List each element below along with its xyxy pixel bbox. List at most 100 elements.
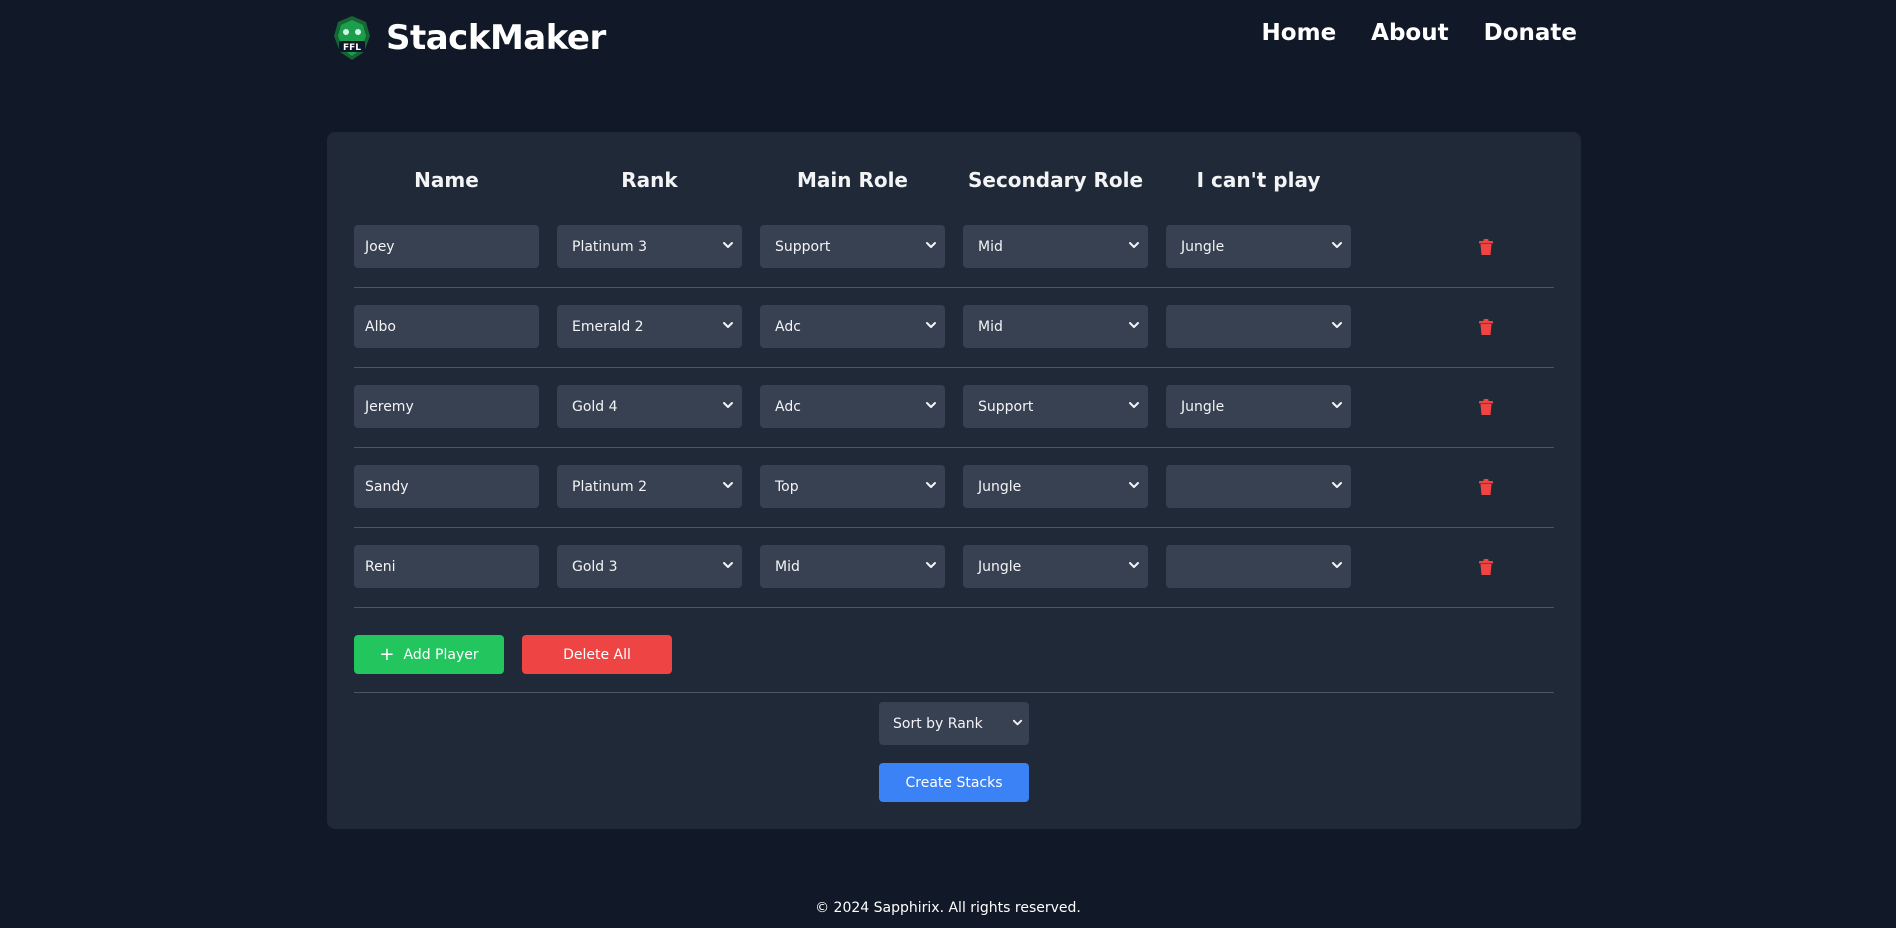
main-role-select-value: Adc bbox=[775, 398, 801, 415]
player-row: Sandy Platinum 2 Top Jungle bbox=[354, 448, 1554, 528]
rank-select-value: Platinum 3 bbox=[572, 238, 648, 255]
create-stacks-button[interactable]: Create Stacks bbox=[879, 763, 1029, 802]
column-cant-play: I can't play bbox=[1196, 168, 1321, 192]
chevron-down-icon bbox=[723, 322, 733, 328]
sort-select[interactable]: Sort by Rank bbox=[879, 702, 1029, 745]
chevron-down-icon bbox=[1129, 482, 1139, 488]
create-stacks-label: Create Stacks bbox=[905, 774, 1003, 791]
chevron-down-icon bbox=[1012, 719, 1023, 726]
cant-play-select-value: Jungle bbox=[1181, 398, 1225, 415]
secondary-role-select-value: Jungle bbox=[978, 478, 1022, 495]
main-role-select[interactable]: Top bbox=[760, 465, 945, 508]
cant-play-select[interactable] bbox=[1166, 305, 1351, 348]
chevron-down-icon bbox=[1129, 562, 1139, 568]
rank-select-value: Gold 4 bbox=[572, 398, 618, 415]
chevron-down-icon bbox=[1332, 562, 1342, 568]
plus-icon: + bbox=[379, 643, 395, 665]
cant-play-select[interactable]: Jungle bbox=[1166, 225, 1351, 268]
secondary-role-select-value: Jungle bbox=[978, 558, 1022, 575]
trash-icon[interactable] bbox=[1479, 239, 1493, 255]
footer-copyright: © 2024 Sapphirix. All rights reserved. bbox=[815, 900, 1081, 916]
chevron-down-icon bbox=[1332, 402, 1342, 408]
player-name-input[interactable]: Albo bbox=[354, 305, 539, 348]
secondary-role-select-value: Mid bbox=[978, 238, 1003, 255]
chevron-down-icon bbox=[926, 322, 936, 328]
main-role-select-value: Top bbox=[775, 478, 799, 495]
chevron-down-icon bbox=[723, 482, 733, 488]
nav-home[interactable]: Home bbox=[1262, 20, 1337, 46]
player-name-value: Albo bbox=[365, 318, 396, 335]
chevron-down-icon bbox=[1129, 242, 1139, 248]
chevron-down-icon bbox=[723, 242, 733, 248]
trash-icon[interactable] bbox=[1479, 559, 1493, 575]
rank-select-value: Gold 3 bbox=[572, 558, 618, 575]
rank-select[interactable]: Emerald 2 bbox=[557, 305, 742, 348]
secondary-role-select[interactable]: Mid bbox=[963, 305, 1148, 348]
trash-icon[interactable] bbox=[1479, 399, 1493, 415]
secondary-role-select-value: Support bbox=[978, 398, 1034, 415]
player-row: Albo Emerald 2 Adc Mid bbox=[354, 288, 1554, 368]
column-rank: Rank bbox=[621, 168, 678, 192]
logo-icon: FFL bbox=[334, 16, 370, 60]
cant-play-select[interactable]: Jungle bbox=[1166, 385, 1351, 428]
trash-icon[interactable] bbox=[1479, 319, 1493, 335]
player-row: Reni Gold 3 Mid Jungle bbox=[354, 528, 1554, 608]
chevron-down-icon bbox=[926, 402, 936, 408]
player-name-input[interactable]: Joey bbox=[354, 225, 539, 268]
chevron-down-icon bbox=[1332, 322, 1342, 328]
cant-play-select[interactable] bbox=[1166, 465, 1351, 508]
rank-select[interactable]: Gold 3 bbox=[557, 545, 742, 588]
main-role-select-value: Support bbox=[775, 238, 831, 255]
chevron-down-icon bbox=[926, 242, 936, 248]
main-nav: Home About Donate bbox=[1262, 20, 1577, 46]
chevron-down-icon bbox=[1332, 242, 1342, 248]
add-player-button[interactable]: + Add Player bbox=[354, 635, 504, 674]
chevron-down-icon bbox=[926, 482, 936, 488]
chevron-down-icon bbox=[723, 562, 733, 568]
player-name-input[interactable]: Reni bbox=[354, 545, 539, 588]
cant-play-select[interactable] bbox=[1166, 545, 1351, 588]
column-main-role: Main Role bbox=[796, 168, 908, 192]
player-name-value: Jeremy bbox=[365, 398, 414, 415]
chevron-down-icon bbox=[723, 402, 733, 408]
delete-all-button[interactable]: Delete All bbox=[522, 635, 672, 674]
chevron-down-icon bbox=[1332, 482, 1342, 488]
main-role-select[interactable]: Support bbox=[760, 225, 945, 268]
player-name-input[interactable]: Jeremy bbox=[354, 385, 539, 428]
player-name-value: Joey bbox=[365, 238, 395, 255]
secondary-role-select-value: Mid bbox=[978, 318, 1003, 335]
secondary-role-select[interactable]: Jungle bbox=[963, 545, 1148, 588]
brand-name: StackMaker bbox=[386, 18, 606, 58]
main-role-select[interactable]: Adc bbox=[760, 385, 945, 428]
actions-bar: + Add Player Delete All bbox=[354, 617, 1554, 693]
sort-select-value: Sort by Rank bbox=[893, 715, 983, 732]
nav-about[interactable]: About bbox=[1371, 20, 1448, 46]
player-name-input[interactable]: Sandy bbox=[354, 465, 539, 508]
player-row: Jeremy Gold 4 Adc Support Jungle bbox=[354, 368, 1554, 448]
secondary-role-select[interactable]: Jungle bbox=[963, 465, 1148, 508]
player-row: Joey Platinum 3 Support Mid Jungle bbox=[354, 208, 1554, 288]
stack-maker-card: Name Rank Main Role Secondary Role I can… bbox=[327, 132, 1581, 829]
nav-donate[interactable]: Donate bbox=[1484, 20, 1577, 46]
brand[interactable]: FFL StackMaker bbox=[330, 12, 606, 64]
rank-select-value: Platinum 2 bbox=[572, 478, 648, 495]
secondary-role-select[interactable]: Mid bbox=[963, 225, 1148, 268]
player-name-value: Reni bbox=[365, 558, 396, 575]
column-name: Name bbox=[414, 168, 479, 192]
rank-select[interactable]: Gold 4 bbox=[557, 385, 742, 428]
trash-icon[interactable] bbox=[1479, 479, 1493, 495]
rank-select[interactable]: Platinum 3 bbox=[557, 225, 742, 268]
chevron-down-icon bbox=[926, 562, 936, 568]
header: FFL StackMaker Home About Donate bbox=[0, 0, 1896, 76]
secondary-role-select[interactable]: Support bbox=[963, 385, 1148, 428]
main-role-select[interactable]: Adc bbox=[760, 305, 945, 348]
main-role-select[interactable]: Mid bbox=[760, 545, 945, 588]
svg-text:FFL: FFL bbox=[343, 43, 361, 53]
main-role-select-value: Adc bbox=[775, 318, 801, 335]
rank-select[interactable]: Platinum 2 bbox=[557, 465, 742, 508]
delete-all-label: Delete All bbox=[563, 646, 631, 663]
rank-select-value: Emerald 2 bbox=[572, 318, 644, 335]
table-header: Name Rank Main Role Secondary Role I can… bbox=[354, 160, 1554, 200]
add-player-label: Add Player bbox=[403, 646, 479, 663]
main-role-select-value: Mid bbox=[775, 558, 800, 575]
